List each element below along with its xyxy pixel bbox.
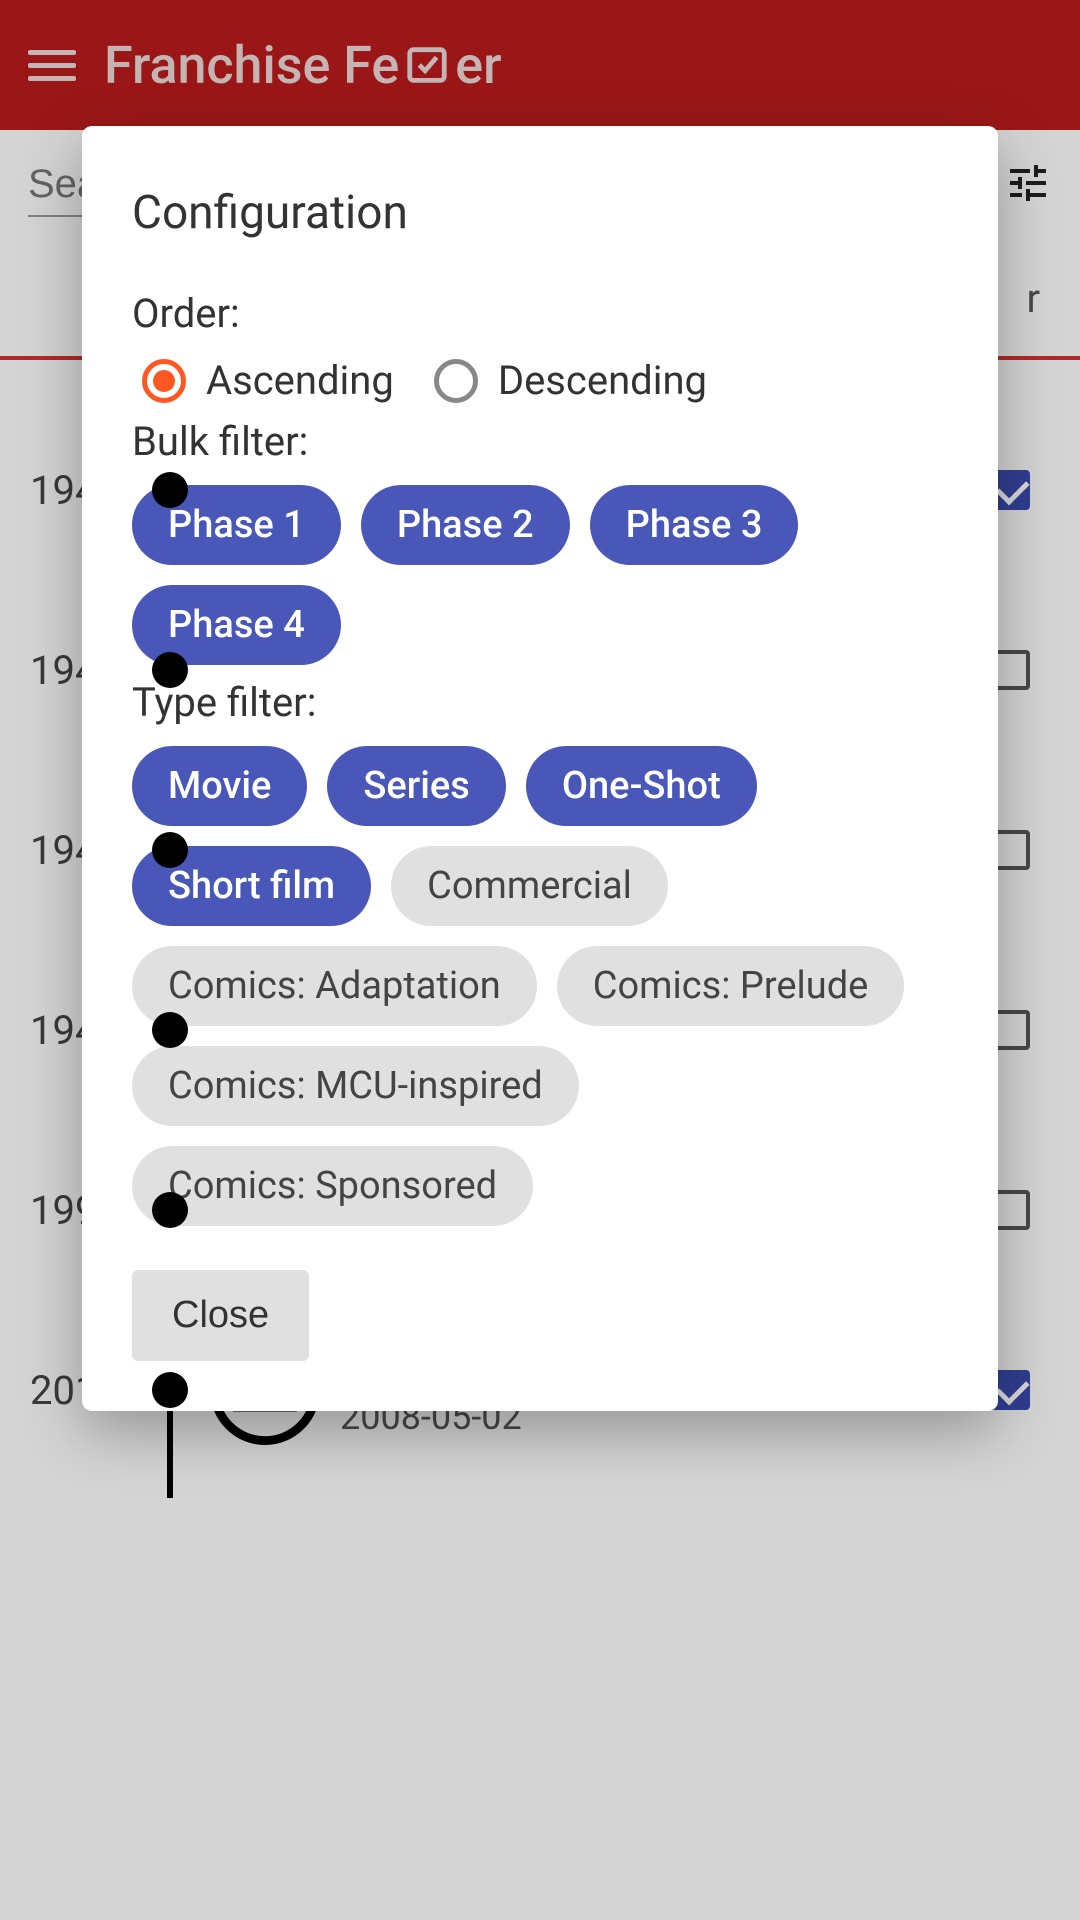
- type-filter-chip[interactable]: Movie: [132, 746, 307, 826]
- radio-ascending[interactable]: [142, 359, 186, 403]
- bulk-filter-label: Bulk filter:: [132, 418, 948, 465]
- type-filter-chip[interactable]: Comics: MCU-inspired: [132, 1046, 579, 1126]
- type-filter-chip[interactable]: Comics: Prelude: [557, 946, 905, 1026]
- dialog-title: Configuration: [132, 186, 948, 240]
- bulk-chip-row: Phase 1Phase 2Phase 3Phase 4: [132, 485, 948, 665]
- type-chip-row: MovieSeriesOne-ShotShort filmCommercialC…: [132, 746, 948, 1226]
- type-filter-chip[interactable]: Commercial: [391, 846, 668, 926]
- type-filter-chip[interactable]: One-Shot: [526, 746, 757, 826]
- type-filter-chip[interactable]: Comics: Sponsored: [132, 1146, 533, 1226]
- type-filter-label: Type filter:: [132, 679, 948, 726]
- radio-ascending-label: Ascending: [206, 357, 394, 404]
- bulk-filter-chip[interactable]: Phase 2: [361, 485, 570, 565]
- type-filter-chip[interactable]: Series: [327, 746, 505, 826]
- configuration-dialog: Configuration Order: Ascending Descendin…: [82, 126, 998, 1411]
- close-button[interactable]: Close: [132, 1270, 309, 1361]
- radio-descending[interactable]: [434, 359, 478, 403]
- order-label: Order:: [132, 290, 948, 337]
- type-filter-chip[interactable]: Comics: Adaptation: [132, 946, 537, 1026]
- radio-descending-label: Descending: [498, 357, 707, 404]
- order-radio-group: Ascending Descending: [132, 357, 948, 404]
- bulk-filter-chip[interactable]: Phase 3: [590, 485, 799, 565]
